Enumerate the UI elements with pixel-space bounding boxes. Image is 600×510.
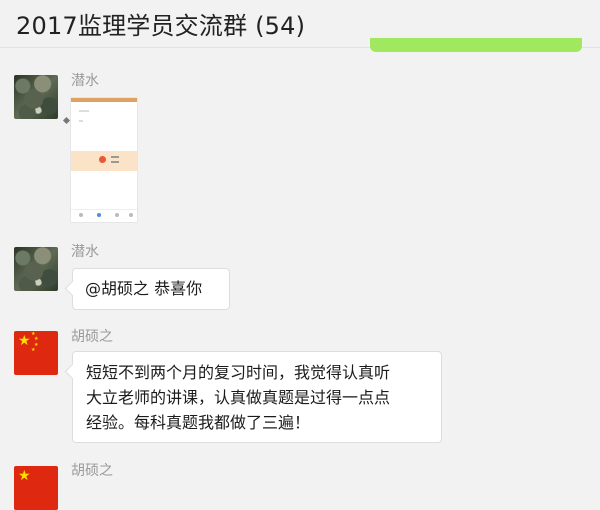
message-text-line: 大立老师的讲课，认真做真题是过得一点点 — [86, 388, 391, 407]
thumbnail-nav-dot — [115, 213, 119, 217]
image-pointer — [62, 116, 71, 125]
sender-name: 潜水 — [71, 73, 99, 89]
thumbnail-status-bar — [71, 98, 137, 102]
message-bubble[interactable]: 短短不到两个月的复习时间，我觉得认真听 大立老师的讲课，认真做真题是过得一点点 … — [72, 351, 442, 443]
thumbnail-line — [111, 161, 119, 163]
thumbnail-line — [111, 156, 119, 158]
flag-star-icon: ★ — [18, 468, 31, 484]
thumbnail-nav-dot — [129, 213, 133, 217]
thumbnail-nav-bar — [71, 209, 137, 222]
message-bubble[interactable]: @胡硕之 恭喜你 — [72, 268, 230, 310]
sender-name: 胡硕之 — [71, 463, 113, 479]
thumbnail-red-dot — [99, 156, 106, 163]
message-text: @胡硕之 恭喜你 — [85, 279, 203, 298]
sender-name: 胡硕之 — [71, 329, 113, 345]
previous-own-message-bubble[interactable] — [370, 38, 582, 52]
flag-star-icon: ★ — [18, 333, 31, 349]
thumbnail-nav-dot — [79, 213, 83, 217]
flag-star-icon: ★ — [31, 347, 36, 353]
message-text-line: 短短不到两个月的复习时间，我觉得认真听 — [86, 363, 391, 382]
thumbnail-nav-dot — [97, 213, 101, 217]
thumbnail-line — [79, 110, 89, 112]
avatar[interactable]: ★ ★ ★ ★ ★ — [14, 331, 58, 375]
chat-title: 2017监理学员交流群 (54) — [16, 12, 306, 40]
sender-name: 潜水 — [71, 244, 99, 260]
thumbnail-line — [79, 120, 83, 122]
avatar[interactable]: ★ — [14, 466, 58, 510]
avatar[interactable] — [14, 75, 58, 119]
image-thumbnail[interactable] — [70, 97, 138, 223]
avatar[interactable] — [14, 247, 58, 291]
message-text-line: 经验。每科真题我都做了三遍！ — [86, 413, 311, 432]
